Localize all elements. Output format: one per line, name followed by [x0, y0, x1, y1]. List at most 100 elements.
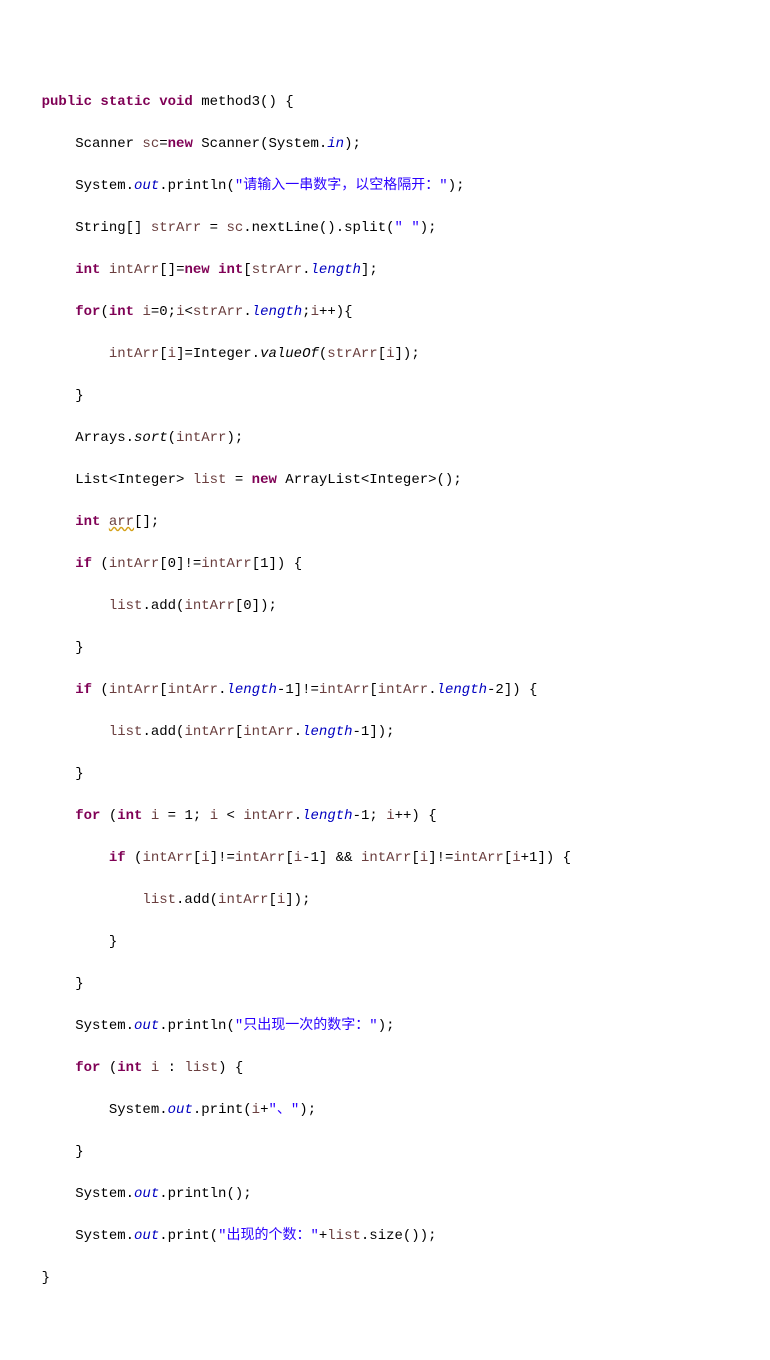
variable: sc	[226, 220, 243, 236]
variable: intArr	[142, 850, 192, 866]
keyword: if	[109, 850, 126, 866]
static-method: valueOf	[260, 346, 319, 362]
code-line: }	[8, 386, 762, 407]
code-line: Scanner sc=new Scanner(System.in);	[8, 134, 762, 155]
variable: intArr	[184, 724, 234, 740]
code-line: if (intArr[intArr.length-1]!=intArr[intA…	[8, 680, 762, 701]
variable: intArr	[378, 682, 428, 698]
variable: intArr	[218, 892, 268, 908]
keyword: int	[117, 808, 142, 824]
variable: i	[252, 1102, 260, 1118]
variable: intArr	[109, 346, 159, 362]
keyword: for	[75, 1060, 100, 1076]
code-line: }	[8, 638, 762, 659]
code-line: if (intArr[0]!=intArr[1]) {	[8, 554, 762, 575]
variable: i	[168, 346, 176, 362]
variable: i	[201, 850, 209, 866]
variable: strArr	[193, 304, 243, 320]
code-line: }	[8, 1142, 762, 1163]
code-line: list.add(intArr[0]);	[8, 596, 762, 617]
code-line: }	[8, 764, 762, 785]
variable: strArr	[327, 346, 377, 362]
field: out	[134, 178, 159, 194]
code-line: }	[8, 932, 762, 953]
variable: intArr	[361, 850, 411, 866]
keyword: for	[75, 304, 100, 320]
variable: strArr	[151, 220, 201, 236]
field: length	[437, 682, 487, 698]
variable: intArr	[176, 430, 226, 446]
code-line: Arrays.sort(intArr);	[8, 428, 762, 449]
keyword: int	[117, 1060, 142, 1076]
keyword: public static void	[42, 94, 193, 110]
code-line: list.add(intArr[i]);	[8, 890, 762, 911]
string-literal: "出现的个数："	[218, 1228, 319, 1244]
variable: i	[210, 808, 218, 824]
code-line: for(int i=0;i<strArr.length;i++){	[8, 302, 762, 323]
variable-warning: arr	[109, 514, 134, 530]
variable: i	[151, 1060, 159, 1076]
code-line: int arr[];	[8, 512, 762, 533]
field: out	[134, 1186, 159, 1202]
variable: intArr	[453, 850, 503, 866]
code-line: System.out.println();	[8, 1184, 762, 1205]
variable: sc	[142, 136, 159, 152]
code-line: System.out.print(i+"、");	[8, 1100, 762, 1121]
variable: i	[142, 304, 150, 320]
code-line: list.add(intArr[intArr.length-1]);	[8, 722, 762, 743]
variable: list	[185, 1060, 219, 1076]
code-line: int intArr[]=new int[strArr.length];	[8, 260, 762, 281]
variable: intArr	[109, 556, 159, 572]
variable: i	[277, 892, 285, 908]
code-line: System.out.println("只出现一次的数字：");	[8, 1016, 762, 1037]
keyword: if	[75, 682, 92, 698]
variable: intArr	[201, 556, 251, 572]
string-literal: "、"	[268, 1102, 299, 1118]
variable: i	[386, 808, 394, 824]
method-signature: method3() {	[193, 94, 294, 110]
field: length	[252, 304, 302, 320]
code-line: System.out.print("出现的个数："+list.size());	[8, 1226, 762, 1247]
keyword: int	[109, 304, 134, 320]
keyword: for	[75, 808, 100, 824]
field: length	[227, 682, 277, 698]
keyword: int	[75, 262, 100, 278]
variable: list	[142, 892, 176, 908]
variable: strArr	[252, 262, 302, 278]
keyword: new int	[184, 262, 243, 278]
variable: list	[327, 1228, 361, 1244]
field: out	[134, 1018, 159, 1034]
string-literal: "只出现一次的数字："	[235, 1018, 378, 1034]
field: out	[168, 1102, 193, 1118]
code-line: String[] strArr = sc.nextLine().split(" …	[8, 218, 762, 239]
code-line: for (int i : list) {	[8, 1058, 762, 1079]
string-literal: " "	[395, 220, 420, 236]
keyword: new	[252, 472, 277, 488]
variable: i	[294, 850, 302, 866]
variable: i	[386, 346, 394, 362]
variable: list	[109, 598, 143, 614]
code-line: System.out.println("请输入一串数字，以空格隔开：");	[8, 176, 762, 197]
static-method: sort	[134, 430, 168, 446]
variable: i	[151, 808, 159, 824]
field: length	[302, 724, 352, 740]
code-line: if (intArr[i]!=intArr[i-1] && intArr[i]!…	[8, 848, 762, 869]
variable: i	[311, 304, 319, 320]
keyword: int	[75, 514, 100, 530]
field: out	[134, 1228, 159, 1244]
variable: i	[420, 850, 428, 866]
code-line: intArr[i]=Integer.valueOf(strArr[i]);	[8, 344, 762, 365]
variable: intArr	[243, 724, 293, 740]
field: length	[302, 808, 352, 824]
variable: intArr	[235, 850, 285, 866]
code-line: List<Integer> list = new ArrayList<Integ…	[8, 470, 762, 491]
variable: intArr	[243, 808, 293, 824]
variable: i	[512, 850, 520, 866]
variable: i	[176, 304, 184, 320]
variable: list	[109, 724, 143, 740]
variable: intArr	[109, 262, 159, 278]
code-line: for (int i = 1; i < intArr.length-1; i++…	[8, 806, 762, 827]
keyword: if	[75, 556, 92, 572]
variable: intArr	[319, 682, 369, 698]
field: length	[311, 262, 361, 278]
